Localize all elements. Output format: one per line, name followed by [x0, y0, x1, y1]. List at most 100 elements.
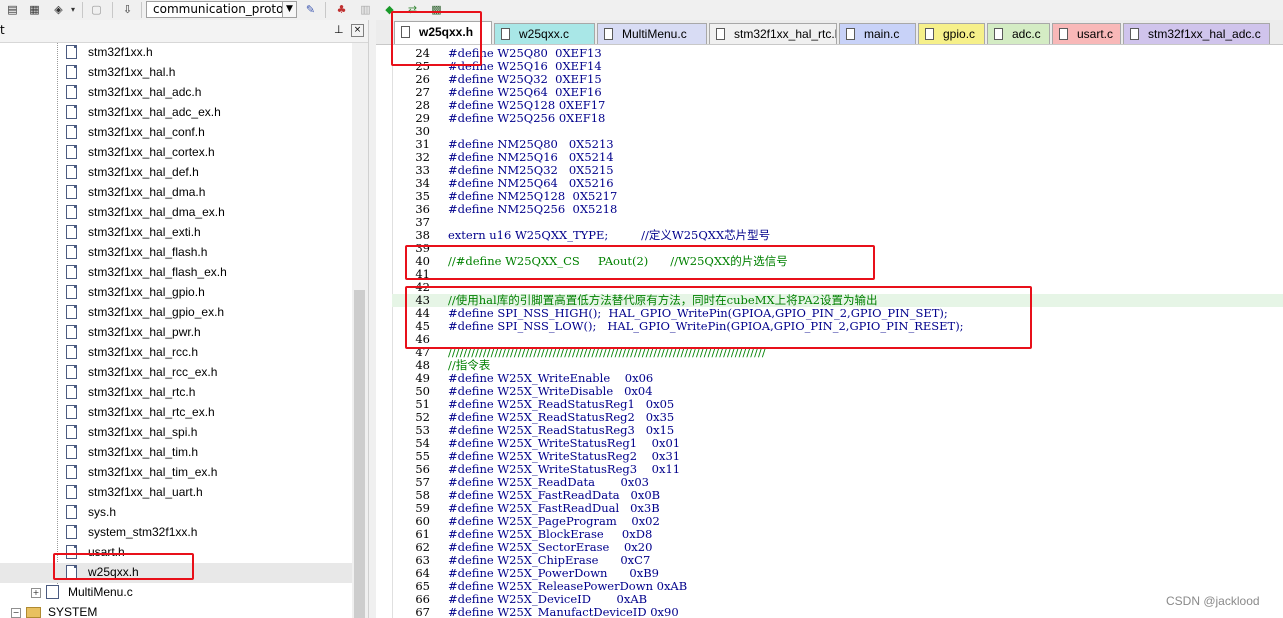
- file-icon: [401, 26, 410, 38]
- tree-scrollbar[interactable]: [352, 43, 368, 618]
- tab-label: adc.c: [1012, 27, 1041, 41]
- tree-file-label: stm32f1xx_hal_rtc.h: [88, 385, 196, 399]
- tree-file-label: stm32f1xx_hal_spi.h: [88, 425, 198, 439]
- tree-file-label: stm32f1xx_hal_adc_ex.h: [88, 105, 221, 119]
- editor-tab[interactable]: stm32f1xx_hal_rtc.h: [709, 23, 837, 44]
- tree-file-item[interactable]: stm32f1xx_hal_pwr.h: [0, 323, 352, 343]
- tree-file-item[interactable]: stm32f1xx_hal_flash.h: [0, 243, 352, 263]
- editor-tab[interactable]: w25qxx.c: [494, 23, 595, 44]
- tree-file-item[interactable]: stm32f1xx_hal_def.h: [0, 163, 352, 183]
- editor-tab[interactable]: MultiMenu.c: [597, 23, 707, 44]
- file-icon: [46, 585, 59, 599]
- file-icon: [66, 205, 77, 219]
- tree-file-item[interactable]: stm32f1xx_hal_cortex.h: [0, 143, 352, 163]
- file-icon: [66, 565, 77, 579]
- expand-icon[interactable]: −: [11, 608, 21, 618]
- tree-file-item[interactable]: stm32f1xx_hal_rcc.h: [0, 343, 352, 363]
- load-icon[interactable]: ⇩: [119, 1, 136, 18]
- tab-label: gpio.c: [943, 27, 976, 41]
- tree-file-label: stm32f1xx_hal_rtc_ex.h: [88, 405, 215, 419]
- tree-file-label: stm32f1xx_hal_pwr.h: [88, 325, 201, 339]
- tree-file-item[interactable]: system_stm32f1xx.h: [0, 523, 352, 543]
- tree-file-item[interactable]: stm32f1xx_hal_gpio_ex.h: [0, 303, 352, 323]
- tree-file-item[interactable]: stm32f1xx_hal_exti.h: [0, 223, 352, 243]
- tree-file-item[interactable]: stm32f1xx_hal_spi.h: [0, 423, 352, 443]
- target-select[interactable]: communication_protoco: [146, 1, 284, 18]
- tree-file-item[interactable]: stm32f1xx_hal_rcc_ex.h: [0, 363, 352, 383]
- tree-file-label: stm32f1xx_hal_def.h: [88, 165, 199, 179]
- tree-file-label: stm32f1xx_hal_exti.h: [88, 225, 201, 239]
- code-line[interactable]: 38 extern u16 W25QXX_TYPE; //定义W25QXX芯片型号: [392, 229, 1283, 242]
- tree-file-item[interactable]: stm32f1xx_hal_adc_ex.h: [0, 103, 352, 123]
- tree-file-item[interactable]: stm32f1xx_hal_uart.h: [0, 483, 352, 503]
- file-icon: [604, 28, 613, 40]
- diamond-green-icon[interactable]: ◆: [381, 1, 398, 18]
- close-icon[interactable]: ×: [351, 24, 364, 37]
- file-icon: [66, 245, 77, 259]
- folder-icon: [26, 607, 41, 618]
- tree-file-label: stm32f1xx.h: [88, 45, 153, 59]
- tree-file-item[interactable]: stm32f1xx_hal_dma.h: [0, 183, 352, 203]
- code-line[interactable]: 67 #define W25X_ManufactDeviceID 0x90: [392, 606, 1283, 618]
- code-line[interactable]: 36 #define NM25Q256 0X5218: [392, 203, 1283, 216]
- code-line[interactable]: 40//#define W25QXX_CS PAout(2) //W25QXX的…: [392, 255, 1283, 268]
- file-icon: [66, 485, 77, 499]
- dropdown-arrow-icon[interactable]: ▾: [68, 1, 78, 18]
- tree-file-item[interactable]: stm32f1xx_hal_adc.h: [0, 83, 352, 103]
- expand-icon[interactable]: +: [31, 588, 41, 598]
- run-icon[interactable]: ♣: [333, 1, 350, 18]
- file-icon: [1130, 28, 1139, 40]
- tree-file-item[interactable]: stm32f1xx_hal_rtc_ex.h: [0, 403, 352, 423]
- editor-tab[interactable]: stm32f1xx_hal_adc.c: [1123, 23, 1270, 44]
- chip-icon[interactable]: ▩: [428, 1, 445, 18]
- tree-file-label: stm32f1xx_hal_uart.h: [88, 485, 203, 499]
- editor-tab[interactable]: gpio.c: [918, 23, 985, 44]
- tree-group-item[interactable]: + MultiMenu.c: [0, 583, 352, 603]
- tree-file-item[interactable]: stm32f1xx_hal_tim_ex.h: [0, 463, 352, 483]
- file-icon: [66, 325, 77, 339]
- file-icon: [66, 85, 77, 99]
- tree-file-item[interactable]: stm32f1xx_hal.h: [0, 63, 352, 83]
- save-all-icon[interactable]: ▦: [26, 1, 43, 18]
- tree-file-item[interactable]: stm32f1xx.h: [0, 43, 352, 63]
- tree-file-item[interactable]: stm32f1xx_hal_flash_ex.h: [0, 263, 352, 283]
- code-line[interactable]: 47//////////////////////////////////////…: [392, 346, 1283, 359]
- tree-file-label: usart.h: [88, 545, 125, 559]
- tree-file-label: sys.h: [88, 505, 117, 519]
- file-icon: [66, 185, 77, 199]
- code-line[interactable]: 41: [392, 268, 1283, 281]
- code-line[interactable]: 45 #define SPI_NSS_LOW(); HAL_GPIO_WriteP…: [392, 320, 1283, 333]
- code-area[interactable]: 24 #define W25Q80 0XEF13 25 #define W25Q16 …: [392, 45, 1283, 618]
- pane-splitter[interactable]: [368, 20, 376, 618]
- editor-tab[interactable]: adc.c: [987, 23, 1050, 44]
- tree-file-item[interactable]: w25qxx.h: [0, 563, 352, 583]
- editor-tab[interactable]: usart.c: [1052, 23, 1121, 44]
- editor-tab[interactable]: w25qxx.h: [394, 21, 492, 44]
- tree-file-item[interactable]: stm32f1xx_hal_conf.h: [0, 123, 352, 143]
- file-icon: [994, 28, 1003, 40]
- tree-file-item[interactable]: sys.h: [0, 503, 352, 523]
- stack-icon[interactable]: ◈: [50, 1, 67, 18]
- chevron-down-icon[interactable]: ▼: [282, 1, 297, 18]
- tree-file-item[interactable]: usart.h: [0, 543, 352, 563]
- magic-wand-icon[interactable]: ✎: [302, 1, 319, 18]
- tree-file-item[interactable]: stm32f1xx_hal_dma_ex.h: [0, 203, 352, 223]
- print-icon[interactable]: ▢: [88, 1, 105, 18]
- stack-copy-icon[interactable]: ▥: [357, 1, 374, 18]
- pin-icon[interactable]: ⊥: [334, 23, 344, 36]
- file-icon: [716, 28, 725, 40]
- tree-file-label: stm32f1xx_hal_adc.h: [88, 85, 202, 99]
- tree-file-label: stm32f1xx_hal_rcc.h: [88, 345, 199, 359]
- editor-tabs: w25qxx.h w25qxx.c MultiMenu.c stm32f1xx_hal…: [376, 20, 1283, 45]
- scrollbar-thumb[interactable]: [354, 290, 365, 618]
- tree-file-item[interactable]: stm32f1xx_hal_tim.h: [0, 443, 352, 463]
- open-folder-icon[interactable]: ▤: [4, 1, 21, 18]
- tree-file-label: stm32f1xx_hal_dma_ex.h: [88, 205, 225, 219]
- line-text: //#define W25QXX_CS PAout(2) //W25QXX的片选…: [448, 254, 788, 268]
- tree-file-item[interactable]: stm32f1xx_hal_gpio.h: [0, 283, 352, 303]
- editor-tab[interactable]: main.c: [839, 23, 916, 44]
- swap-icon[interactable]: ⇄: [404, 1, 421, 18]
- code-line[interactable]: 29 #define W25Q256 0XEF18: [392, 112, 1283, 125]
- tree-file-item[interactable]: stm32f1xx_hal_rtc.h: [0, 383, 352, 403]
- tree-folder-item[interactable]: − SYSTEM: [0, 603, 352, 618]
